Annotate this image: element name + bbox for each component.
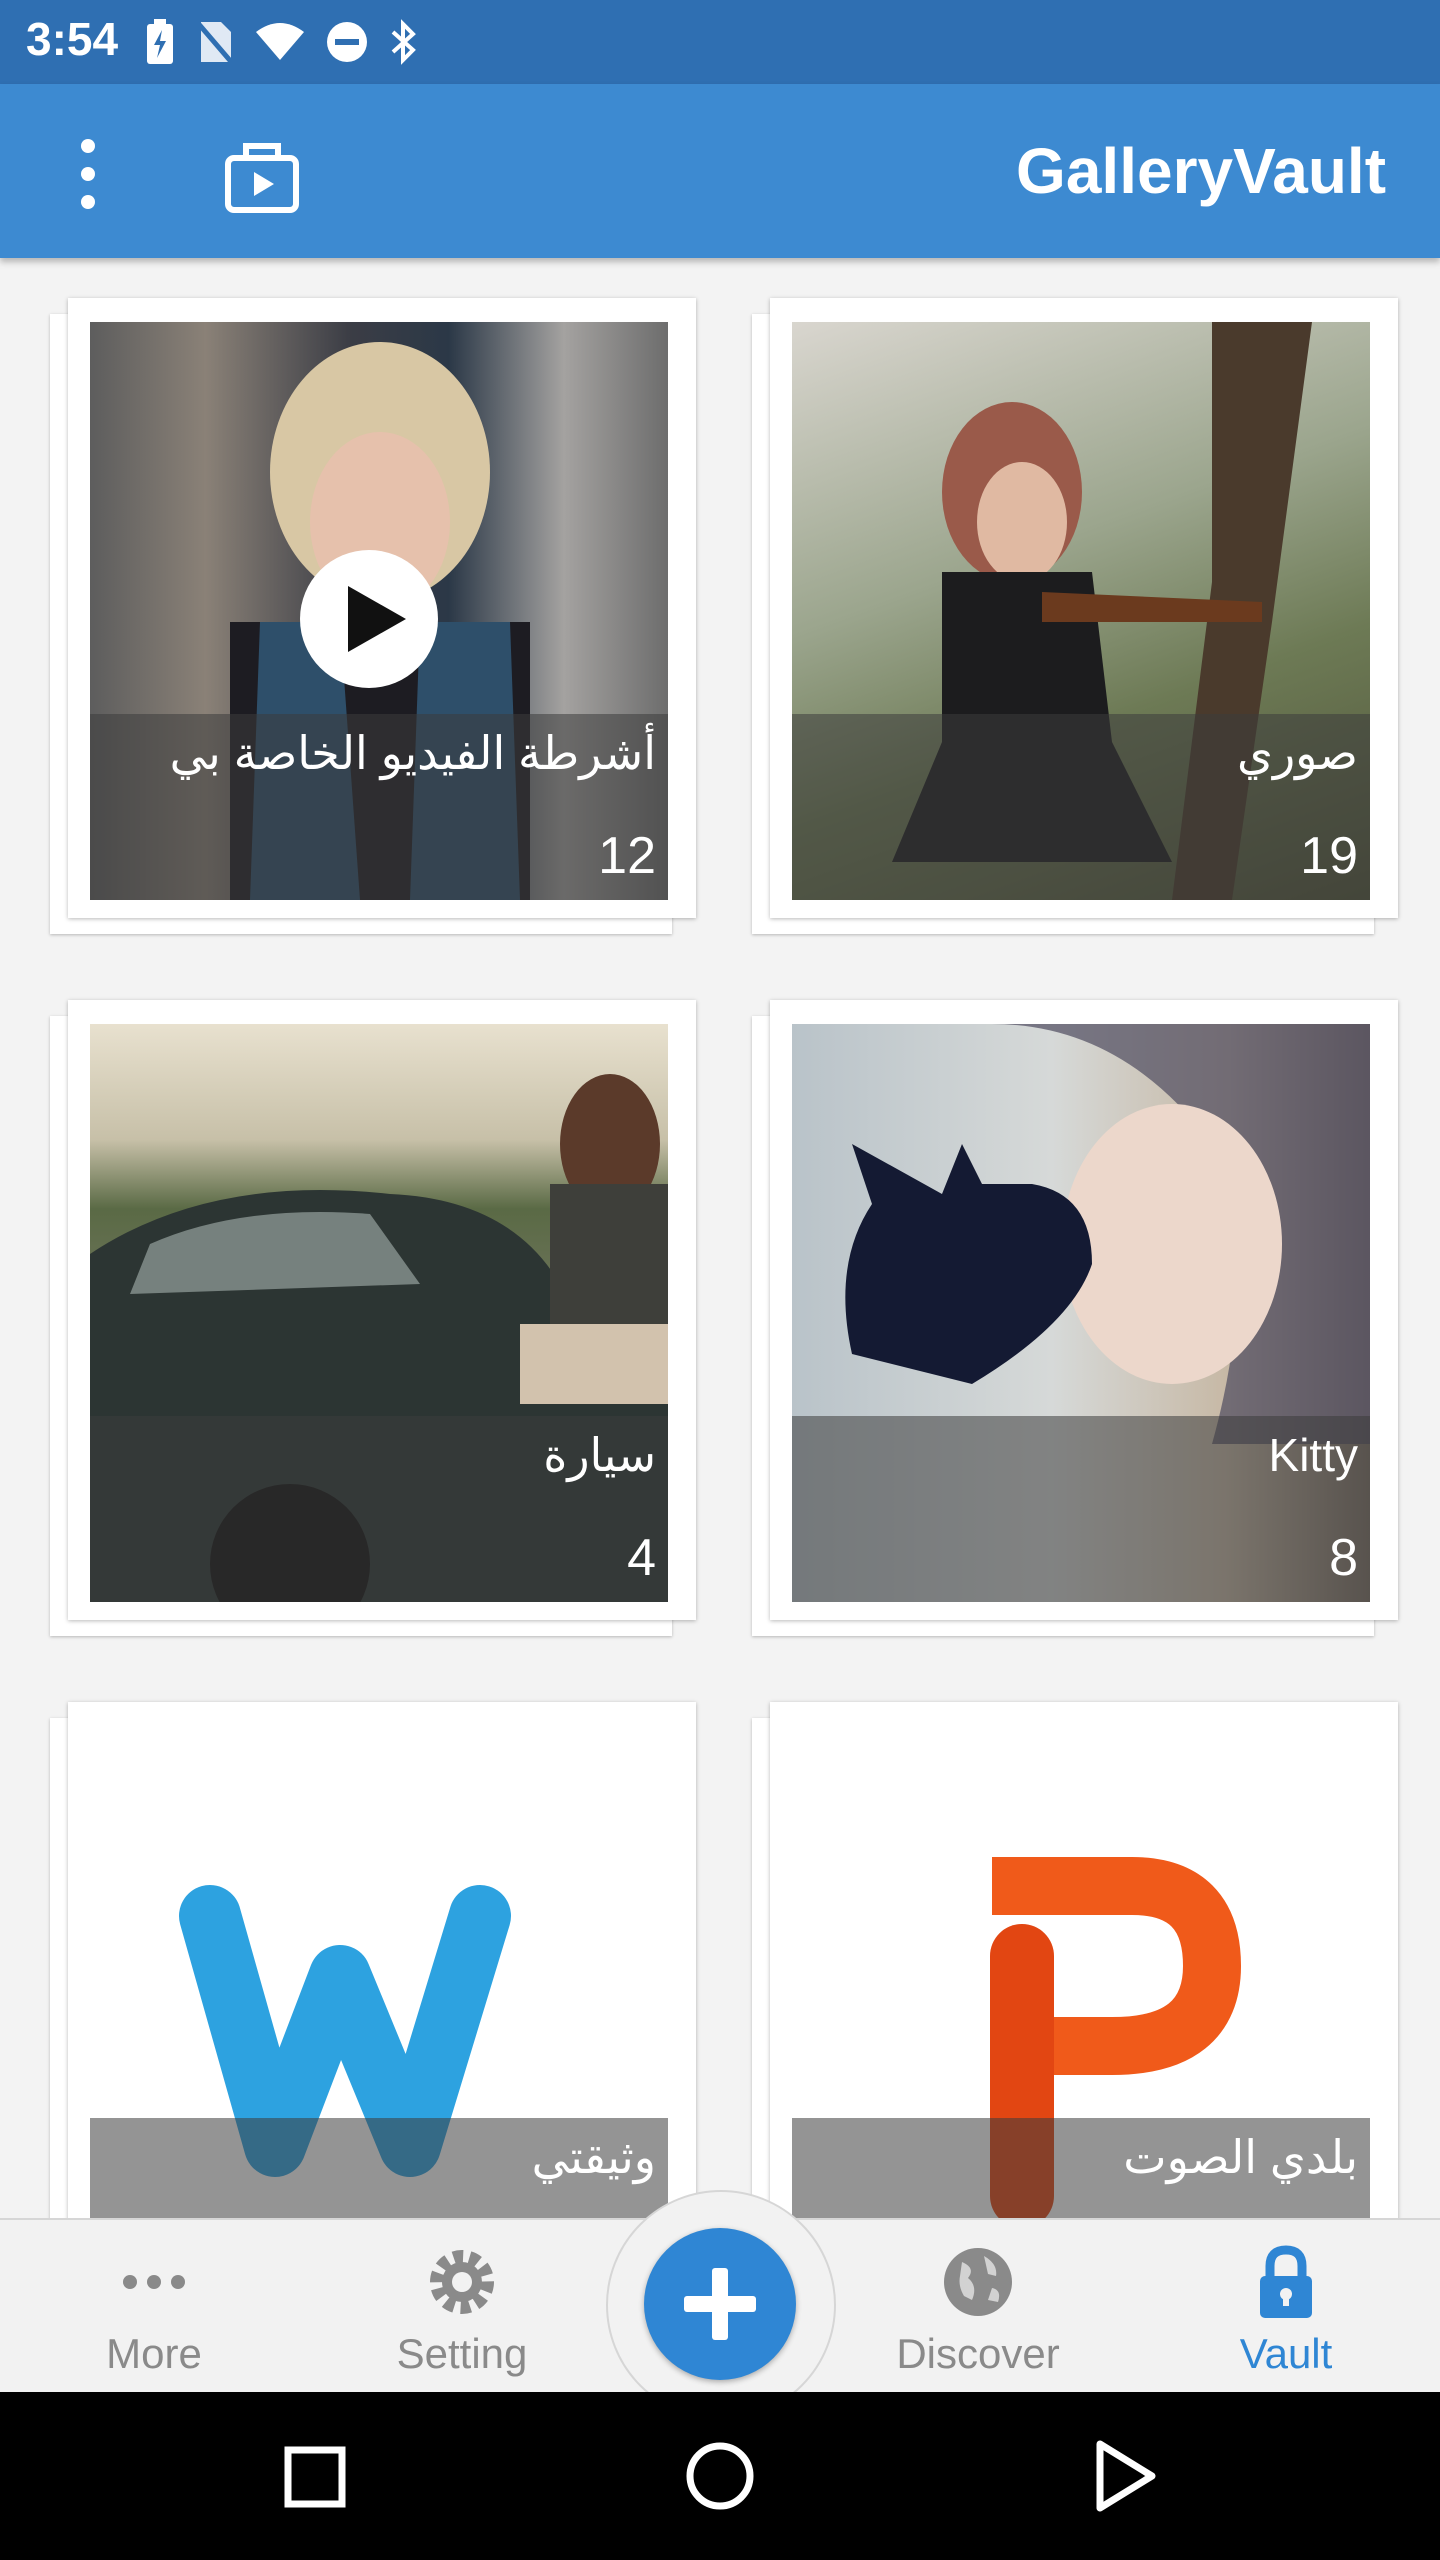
card-front: صوري 19 (770, 298, 1398, 918)
add-button[interactable] (644, 2228, 796, 2380)
status-bar: 3:54 (0, 0, 1440, 84)
card-front: سيارة 4 (68, 1000, 696, 1620)
status-time: 3:54 (26, 13, 119, 65)
album-name: صوري (1236, 727, 1358, 779)
status-icons (145, 14, 419, 70)
do-not-disturb-icon (327, 22, 367, 62)
nav-item-discover[interactable]: Discover (858, 2220, 1098, 2394)
album-card-car[interactable]: سيارة 4 (50, 1000, 696, 1636)
album-thumbnail: Kitty 8 (792, 1024, 1370, 1602)
app-title: GalleryVault (1016, 135, 1386, 207)
album-caption: بلدي الصوت (792, 2118, 1370, 2218)
bluetooth-icon (391, 19, 416, 65)
nav-label: More (106, 2330, 202, 2377)
album-name: وثيقتي (531, 2131, 656, 2183)
album-name: Kitty (1268, 1429, 1358, 1481)
card-front: بلدي الصوت (770, 1702, 1398, 2218)
gear-icon (430, 2250, 494, 2314)
album-card-kitty[interactable]: Kitty 8 (752, 1000, 1398, 1636)
globe-icon (944, 2248, 1012, 2316)
nav-label: Discover (896, 2330, 1060, 2377)
album-thumbnail: صوري 19 (792, 322, 1370, 900)
nav-item-vault[interactable]: Vault (1166, 2220, 1406, 2394)
album-thumbnail: سيارة 4 (90, 1024, 668, 1602)
album-thumbnail: أشرطة الفيديو الخاصة بي 12 (90, 322, 668, 900)
lock-icon (1260, 2245, 1312, 2318)
no-sim-icon (195, 20, 235, 66)
nav-label: Vault (1239, 2330, 1333, 2377)
overflow-menu-icon[interactable] (64, 134, 112, 214)
play-icon[interactable] (300, 550, 438, 688)
album-card-documents[interactable]: وثيقتي (50, 1702, 696, 2218)
album-count: 12 (598, 827, 656, 885)
nav-item-more[interactable]: More (34, 2220, 274, 2394)
card-front: أشرطة الفيديو الخاصة بي 12 (68, 298, 696, 918)
system-nav-bar (0, 2392, 1440, 2560)
wifi-icon (256, 23, 304, 60)
album-count: 19 (1300, 827, 1358, 885)
nav-item-setting[interactable]: Setting (342, 2220, 582, 2394)
album-caption: سيارة 4 (90, 1416, 668, 1602)
album-card-videos[interactable]: أشرطة الفيديو الخاصة بي 12 (50, 298, 696, 934)
nav-label: Setting (396, 2330, 528, 2377)
album-thumbnail: وثيقتي (90, 1726, 668, 2218)
plus-icon (684, 2268, 756, 2340)
battery-charging-icon (147, 19, 173, 64)
back-icon[interactable] (1090, 2438, 1160, 2514)
album-caption: Kitty 8 (792, 1416, 1370, 1602)
more-dots-icon (123, 2275, 185, 2289)
album-count: 4 (627, 1529, 656, 1587)
recents-icon[interactable] (280, 2442, 350, 2512)
card-front: وثيقتي (68, 1702, 696, 2218)
app-bar: GalleryVault (0, 84, 1440, 258)
album-grid: أشرطة الفيديو الخاصة بي 12 صوري 19 سيارة… (0, 258, 1440, 2218)
card-front: Kitty 8 (770, 1000, 1398, 1620)
album-name: بلدي الصوت (1123, 2131, 1358, 2183)
home-icon[interactable] (682, 2438, 758, 2514)
album-card-audio[interactable]: بلدي الصوت (752, 1702, 1398, 2218)
media-bag-icon[interactable] (222, 136, 302, 216)
album-caption: صوري 19 (792, 714, 1370, 900)
album-card-photos[interactable]: صوري 19 (752, 298, 1398, 934)
album-thumbnail: بلدي الصوت (792, 1726, 1370, 2218)
album-name: أشرطة الفيديو الخاصة بي (169, 727, 656, 779)
album-name: سيارة (543, 1429, 656, 1481)
album-caption: وثيقتي (90, 2118, 668, 2218)
album-count: 8 (1329, 1529, 1358, 1587)
album-caption: أشرطة الفيديو الخاصة بي 12 (90, 714, 668, 900)
